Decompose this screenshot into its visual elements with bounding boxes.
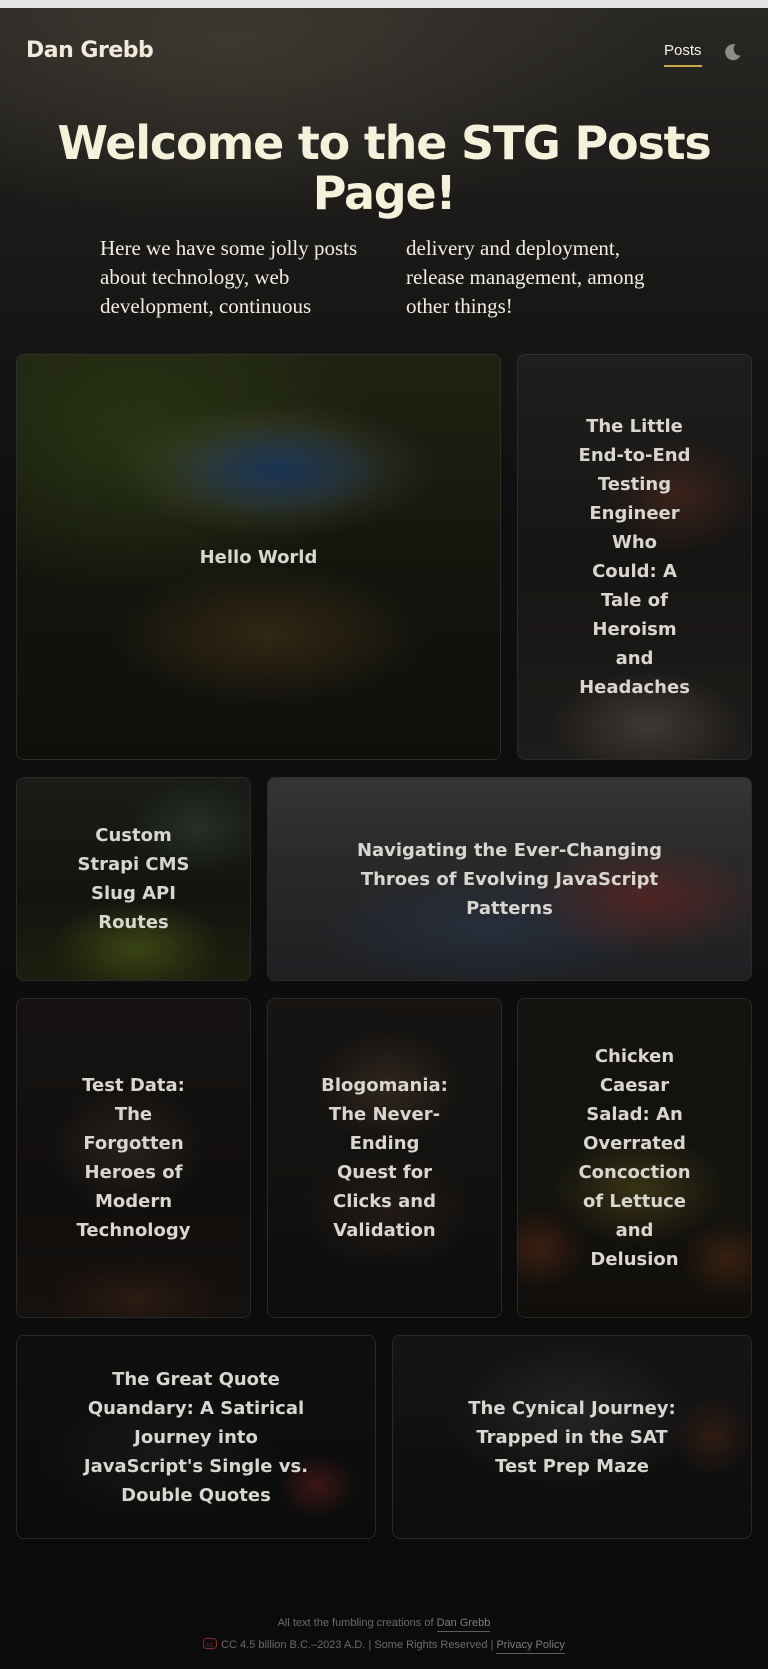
post-card-js-patterns[interactable]: Navigating the Ever-Changing Throes of E… (267, 777, 752, 981)
footer-license: cc CC 4.5 billion B.C.–2023 A.D. | Some … (0, 1638, 768, 1654)
post-card-sat-journey[interactable]: The Cynical Journey: Trapped in the SAT … (392, 1335, 752, 1539)
post-title: The Cynical Journey: Trapped in the SAT … (468, 1397, 676, 1477)
footer-privacy-link[interactable]: Privacy Policy (496, 1639, 565, 1654)
page-background: Dan Grebb Posts Welcome to the STG Posts… (0, 0, 768, 1669)
footer-license-text: CC 4.5 billion B.C.–2023 A.D. | Some Rig… (221, 1639, 494, 1651)
page-intro: Here we have some jolly posts about tech… (100, 236, 645, 318)
site-brand-link[interactable]: Dan Grebb (26, 38, 154, 63)
footer-author-link[interactable]: Dan Grebb (436, 1617, 491, 1632)
post-card-quote-quandary[interactable]: The Great Quote Quandary: A Satirical Jo… (16, 1335, 376, 1539)
post-title: Chicken Caesar Salad: An Overrated Conco… (578, 1046, 691, 1270)
svg-text:cc: cc (207, 1640, 215, 1648)
post-card-e2e-engineer[interactable]: The Little End-to-End Testing Engineer W… (517, 354, 752, 760)
footer-credits: All text the fumbling creations of Dan G… (0, 1617, 768, 1632)
post-card-strapi-slug[interactable]: Custom Strapi CMS Slug API Routes (16, 777, 251, 981)
post-title: Hello World (199, 546, 318, 568)
browser-top-strip (0, 0, 768, 8)
post-card-hello-world[interactable]: Hello World (16, 354, 501, 760)
footer-credits-text: All text the fumbling creations of (277, 1617, 434, 1629)
post-title: Custom Strapi CMS Slug API Routes (77, 825, 190, 933)
post-card-blogomania[interactable]: Blogomania: The Never-Ending Quest for C… (267, 998, 502, 1318)
post-card-test-data[interactable]: Test Data: The Forgotten Heroes of Moder… (16, 998, 251, 1318)
post-title: Blogomania: The Never-Ending Quest for C… (321, 1075, 448, 1241)
moon-icon[interactable] (724, 43, 742, 61)
nav-link-posts[interactable]: Posts (664, 42, 702, 67)
post-title: Navigating the Ever-Changing Throes of E… (356, 839, 663, 919)
post-title: The Great Quote Quandary: A Satirical Jo… (83, 1368, 309, 1506)
post-card-caesar-salad[interactable]: Chicken Caesar Salad: An Overrated Conco… (517, 998, 752, 1318)
post-title: The Little End-to-End Testing Engineer W… (578, 416, 691, 698)
page-title: Welcome to the STG Posts Page! (57, 116, 711, 220)
post-title: Test Data: The Forgotten Heroes of Moder… (76, 1075, 191, 1241)
creative-commons-icon: cc (203, 1638, 218, 1649)
